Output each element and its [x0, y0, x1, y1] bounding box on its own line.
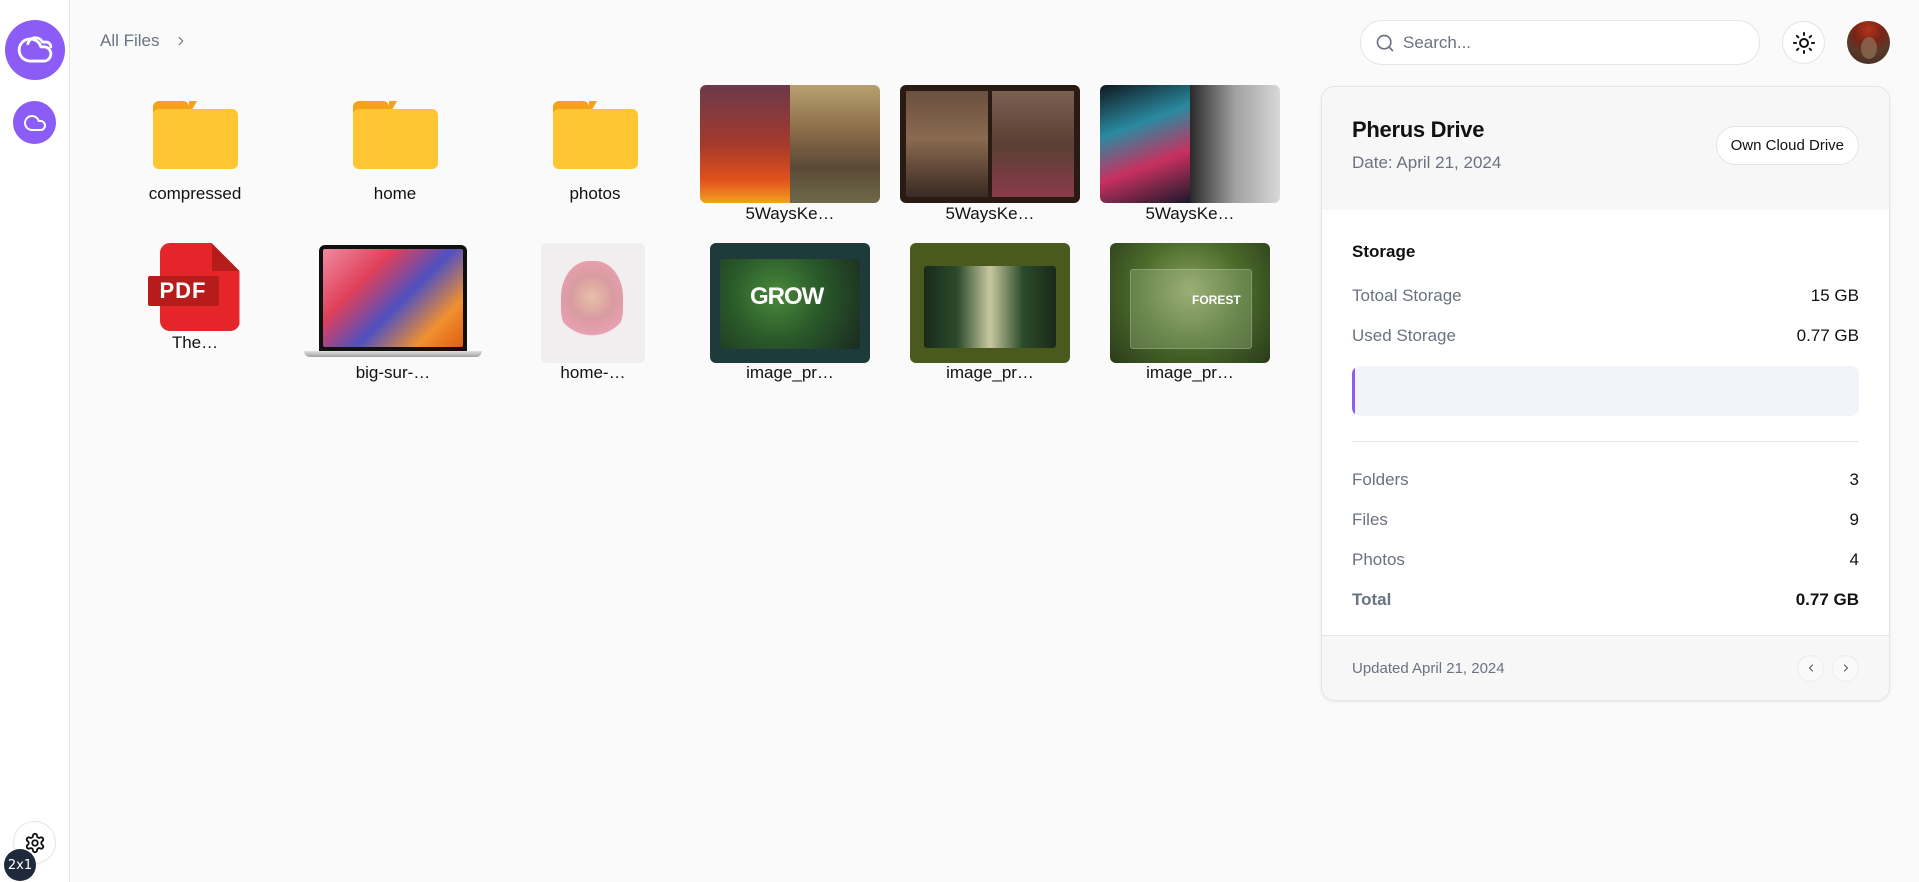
file-name: 5WaysKe… [745, 204, 835, 223]
file-name: image_pr… [946, 363, 1034, 382]
stat-row: Files 9 [1352, 500, 1859, 540]
row-label: Used Storage [1352, 326, 1456, 345]
file-name: image_pr… [1146, 363, 1234, 382]
file-name: The… [171, 333, 219, 352]
next-button[interactable] [1832, 654, 1859, 682]
chevron-right-icon [178, 36, 183, 46]
chevron-left-icon [1808, 664, 1813, 672]
file-name: home-… [560, 363, 626, 382]
search-input[interactable] [1403, 32, 1733, 53]
avatar-image [1861, 37, 1877, 59]
panel-body: Storage Totoal Storage 15 GB Used Storag… [1322, 210, 1889, 620]
image-item[interactable]: FOREST image_pr… [1095, 243, 1285, 383]
breadcrumb: All Files [100, 31, 188, 51]
search-icon [1376, 34, 1394, 51]
stat-row: Photos 4 [1352, 540, 1859, 580]
image-item[interactable]: 5WaysKe… [895, 85, 1085, 224]
row-label: Totoal Storage [1352, 286, 1462, 305]
scale-badge: 2x1 [4, 849, 36, 881]
row-label: Folders [1352, 470, 1409, 489]
sidebar-item-drive[interactable] [13, 101, 56, 144]
file-name: 5WaysKe… [1145, 204, 1235, 223]
row-value: 4 [1849, 550, 1859, 569]
theme-toggle-button[interactable] [1782, 21, 1825, 64]
row-value: 0.77 GB [1796, 326, 1859, 345]
user-avatar[interactable] [1847, 21, 1890, 64]
folder-icon [152, 101, 238, 169]
storage-progress-fill [1352, 366, 1356, 416]
breadcrumb-all-files[interactable]: All Files [100, 31, 160, 51]
row-value: 0.77 GB [1795, 590, 1859, 609]
drive-type-badge[interactable]: Own Cloud Drive [1715, 126, 1859, 165]
total-storage-row: Totoal Storage 15 GB [1352, 276, 1859, 316]
file-name: compressed [148, 184, 242, 203]
folder-icon [352, 101, 438, 169]
panel-header: Pherus Drive Date: April 21, 2024 Own Cl… [1322, 87, 1889, 210]
folder-item[interactable]: compressed [100, 85, 290, 204]
divider [1352, 441, 1859, 442]
image-item[interactable]: image_pr… [895, 243, 1085, 383]
storage-progress-bar [1352, 366, 1859, 416]
row-value: 15 GB [1810, 286, 1859, 305]
pager [1797, 654, 1859, 682]
cloud-icon [23, 114, 46, 131]
file-name: image_pr… [746, 363, 834, 382]
sun-icon [1792, 31, 1815, 54]
image-item[interactable]: home-… [498, 243, 688, 383]
stat-row: Folders 3 [1352, 460, 1859, 500]
folder-icon [552, 101, 638, 169]
image-item[interactable]: 5WaysKe… [695, 85, 885, 224]
chevron-right-icon [1843, 664, 1848, 672]
file-name: big-sur-… [355, 363, 431, 382]
cloud-icon [17, 36, 53, 63]
used-storage-row: Used Storage 0.77 GB [1352, 316, 1859, 356]
row-label: Total [1352, 590, 1392, 609]
file-name: photos [569, 184, 621, 203]
search-box [1360, 20, 1760, 65]
row-label: Files [1352, 510, 1388, 529]
image-thumbnail [700, 85, 880, 203]
pdf-icon: PDF [147, 243, 243, 331]
file-name: 5WaysKe… [945, 204, 1035, 223]
image-thumbnail [541, 243, 645, 363]
file-name: home [373, 184, 417, 203]
drive-details-panel: Pherus Drive Date: April 21, 2024 Own Cl… [1321, 86, 1890, 701]
image-thumbnail [910, 243, 1070, 363]
storage-title: Storage [1352, 242, 1416, 261]
pdf-item[interactable]: PDF The… [100, 243, 290, 353]
total-row: Total 0.77 GB [1352, 580, 1859, 620]
panel-footer: Updated April 21, 2024 [1322, 635, 1889, 700]
row-value: 9 [1849, 510, 1859, 529]
previous-button[interactable] [1797, 654, 1824, 682]
image-item[interactable]: big-sur-… [298, 243, 488, 383]
image-item[interactable]: 5WaysKe… [1095, 85, 1285, 224]
app-logo[interactable] [5, 20, 65, 80]
image-thumbnail [1100, 85, 1280, 203]
image-thumbnail [900, 85, 1080, 203]
image-item[interactable]: GROW image_pr… [695, 243, 885, 383]
row-label: Photos [1352, 550, 1405, 569]
sidebar: 2x1 [0, 0, 70, 882]
image-thumbnail: GROW [710, 243, 870, 363]
image-thumbnail [304, 243, 482, 363]
updated-text: Updated April 21, 2024 [1352, 659, 1505, 677]
row-value: 3 [1849, 470, 1859, 489]
folder-item[interactable]: home [300, 85, 490, 204]
folder-item[interactable]: photos [500, 85, 690, 204]
image-thumbnail: FOREST [1110, 243, 1270, 363]
